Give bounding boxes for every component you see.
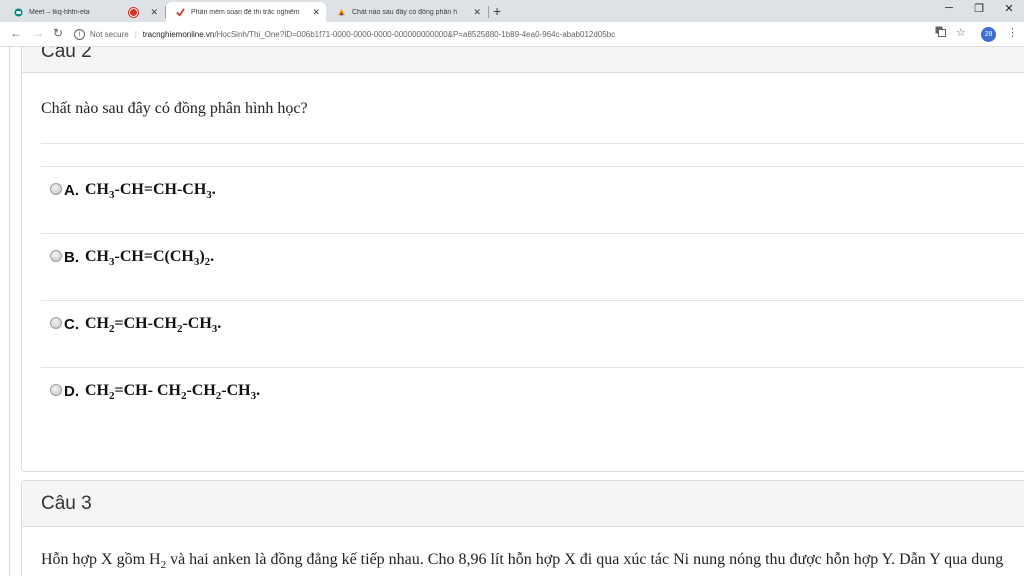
- page-content: Câu 2 Chất nào sau đây có đồng phân hình…: [0, 47, 1024, 576]
- forward-icon[interactable]: →: [32, 26, 44, 40]
- recording-icon: [129, 7, 139, 17]
- option-a-radio[interactable]: [50, 182, 62, 195]
- option-letter: B.: [64, 248, 79, 266]
- address-divider: |: [134, 29, 137, 39]
- question-text: Chất nào sau đây có đồng phân hình học?: [41, 100, 308, 117]
- option-letter: A.: [64, 181, 79, 199]
- hoc247-logo-icon: [337, 8, 346, 15]
- option-d-formula: CH2=CH- CH2-CH2-CH3.: [85, 382, 261, 402]
- question-text: Hỗn hợp X gồm H2 và hai anken là đồng đẳ…: [41, 551, 1004, 571]
- option-letter: C.: [64, 315, 79, 333]
- option-b-formula: CH3-CH=C(CH3)2.: [85, 248, 215, 268]
- restore-icon[interactable]: ❐: [964, 2, 994, 15]
- option-a-formula: CH3-CH=CH-CH3.: [85, 181, 216, 201]
- divider: [41, 166, 1024, 167]
- question-heading: Câu 2: [22, 47, 1024, 73]
- security-label: Not secure: [90, 29, 129, 39]
- close-tab-icon[interactable]: ✕: [150, 7, 158, 18]
- option-d-radio[interactable]: [50, 383, 62, 396]
- tab-hoc247[interactable]: Chất nào sau đây có đồng phân h ✕: [327, 2, 487, 22]
- window-close-icon[interactable]: ✕: [994, 2, 1024, 15]
- tab-title: Phần mềm soạn đề thi trắc nghiệm: [191, 8, 300, 16]
- divider: [41, 300, 1024, 301]
- minimize-icon[interactable]: ─: [934, 2, 964, 14]
- url-text: tracnghiemonline.vn/HocSinh/Thi_One?ID=0…: [143, 30, 615, 39]
- divider: [41, 367, 1024, 368]
- option-b-radio[interactable]: [50, 249, 62, 262]
- bookmark-star-icon[interactable]: ☆: [956, 26, 966, 39]
- close-tab-icon[interactable]: ✕: [473, 7, 481, 18]
- google-meet-icon: [14, 7, 23, 17]
- browser-toolbar: ← → ↻ i Not secure | tracnghiemonline.vn…: [0, 22, 1024, 47]
- question-heading: Câu 3: [22, 481, 1024, 527]
- menu-icon[interactable]: ⋮: [1007, 26, 1018, 39]
- close-tab-icon[interactable]: ✕: [312, 7, 320, 18]
- back-icon[interactable]: ←: [10, 26, 22, 40]
- reload-icon[interactable]: ↻: [53, 26, 63, 40]
- question-card-3: Câu 3 Hỗn hợp X gồm H2 và hai anken là đ…: [21, 480, 1024, 576]
- option-d[interactable]: D. CH2=CH- CH2-CH2-CH3.: [50, 382, 261, 402]
- question-card-2: Câu 2 Chất nào sau đây có đồng phân hình…: [21, 47, 1024, 472]
- option-c[interactable]: C. CH2=CH-CH2-CH3.: [50, 315, 222, 335]
- tab-title: Meet – tkq-hhfn-eta: [29, 8, 90, 16]
- tracnghiem-logo-icon: [176, 7, 185, 16]
- tab-tracnghiem[interactable]: Phần mềm soạn đề thi trắc nghiệm ✕: [166, 2, 326, 22]
- option-letter: D.: [64, 382, 79, 400]
- option-b[interactable]: B. CH3-CH=C(CH3)2.: [50, 248, 215, 268]
- divider: [41, 233, 1024, 234]
- info-icon[interactable]: i: [74, 28, 85, 40]
- option-c-formula: CH2=CH-CH2-CH3.: [85, 315, 222, 335]
- divider: [41, 143, 1024, 144]
- option-c-radio[interactable]: [50, 316, 62, 329]
- option-a[interactable]: A. CH3-CH=CH-CH3.: [50, 181, 216, 201]
- url-path: /HocSinh/Thi_One?ID=006b1f71-0000-0000-0…: [214, 29, 616, 39]
- tab-title: Chất nào sau đây có đồng phân h: [352, 8, 458, 16]
- tab-meet[interactable]: Meet – tkq-hhfn-eta ✕: [4, 2, 164, 22]
- tab-strip: Meet – tkq-hhfn-eta ✕ Phần mềm soạn đề t…: [0, 0, 1024, 22]
- translate-icon[interactable]: [935, 26, 946, 40]
- tab-separator: [488, 6, 489, 18]
- page-edge: [9, 47, 10, 576]
- url-domain: tracnghiemonline.vn: [142, 29, 215, 39]
- profile-avatar[interactable]: 28: [981, 27, 996, 42]
- new-tab-icon[interactable]: +: [493, 3, 501, 19]
- address-bar[interactable]: i Not secure | tracnghiemonline.vn/HocSi…: [74, 25, 974, 43]
